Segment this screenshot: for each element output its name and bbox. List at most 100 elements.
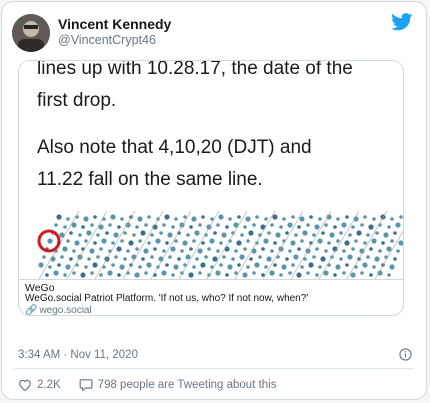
pattern-dot	[92, 262, 98, 268]
pattern-dot	[120, 217, 124, 221]
pattern-dot	[50, 256, 56, 262]
pattern-dot	[201, 241, 205, 245]
pattern-dot	[306, 271, 310, 275]
link-preview-card[interactable]: lines up with 10.28.17, the date of the …	[18, 60, 404, 316]
pattern-dot	[390, 239, 394, 243]
pattern-dot	[369, 273, 373, 277]
twitter-bird-icon[interactable]	[391, 13, 413, 31]
like-count: 2.2K	[37, 378, 61, 391]
pattern-dot	[264, 217, 268, 221]
pattern-dot	[306, 223, 310, 227]
pattern-dot	[150, 233, 154, 237]
pattern-dot	[170, 246, 176, 252]
pattern-dot	[78, 233, 82, 237]
tweet-card: Vincent Kennedy @VincentCrypt46 lines up…	[1, 1, 427, 400]
pattern-dot	[278, 246, 284, 252]
pattern-dot	[291, 263, 295, 267]
pattern-dot	[60, 255, 64, 259]
pattern-dot	[341, 222, 347, 228]
pattern-dot	[329, 232, 335, 238]
card-description: WeGo.social Patriot Platform. 'If not us…	[25, 293, 309, 304]
pattern-dot	[117, 225, 121, 229]
pattern-dot	[228, 217, 232, 221]
pattern-dot	[89, 248, 95, 254]
pattern-dot	[318, 217, 322, 221]
pattern-dot	[96, 255, 100, 259]
pattern-dot	[215, 270, 221, 276]
pattern-dot	[80, 272, 86, 278]
pattern-dot	[147, 241, 151, 245]
pattern-dot	[327, 241, 331, 245]
author-handle[interactable]: @VincentCrypt46	[58, 33, 156, 47]
like-button[interactable]: 2.2K	[18, 378, 61, 391]
pattern-dot	[221, 232, 227, 238]
pattern-dot	[243, 247, 247, 251]
comment-bubble-icon	[79, 379, 93, 391]
pattern-dot	[291, 215, 295, 219]
pattern-dot	[185, 254, 191, 260]
tweeting-about-link[interactable]: 798 people are Tweeting about this	[79, 378, 276, 391]
pattern-dot	[243, 225, 247, 229]
pattern-dot	[255, 215, 259, 219]
pattern-dot	[182, 240, 188, 246]
pattern-dot	[395, 222, 401, 228]
pattern-dot	[339, 257, 343, 261]
pattern-dot	[248, 230, 254, 236]
pattern-dot	[161, 270, 167, 276]
pattern-dot	[53, 270, 59, 276]
pattern-dot	[66, 217, 70, 221]
pattern-dot	[72, 271, 76, 275]
pattern-dot	[374, 256, 380, 262]
pattern-dot	[345, 215, 349, 219]
pattern-dot	[162, 249, 166, 253]
pattern-dot	[123, 257, 127, 261]
pattern-dot	[261, 247, 265, 251]
pattern-dot	[69, 231, 73, 235]
pattern-dot	[270, 249, 274, 253]
pattern-dot	[194, 230, 200, 236]
pattern-dot	[117, 273, 121, 277]
pattern-dot	[81, 225, 85, 229]
card-url-text: wego.social	[39, 305, 92, 316]
pattern-dot	[212, 256, 218, 262]
pattern-dot	[242, 272, 248, 278]
pattern-dot	[209, 238, 215, 244]
pattern-dot	[359, 248, 365, 254]
pattern-dot	[273, 263, 277, 267]
card-image[interactable]: lines up with 10.28.17, the date of the …	[19, 61, 403, 279]
pattern-dot	[192, 265, 196, 269]
pattern-dot	[351, 247, 355, 251]
pattern-dot	[177, 257, 181, 261]
pattern-dot	[348, 233, 352, 237]
pattern-dot	[93, 241, 97, 245]
pattern-dot	[336, 217, 340, 221]
pattern-dot	[135, 225, 139, 229]
pattern-dot	[245, 216, 251, 222]
pattern-dot	[138, 265, 142, 269]
pattern-dot	[308, 262, 314, 268]
pattern-dot	[234, 249, 238, 253]
pattern-dot	[356, 230, 362, 236]
pattern-dot	[99, 247, 103, 251]
pattern-dot	[213, 231, 217, 235]
pattern-dot	[293, 254, 299, 260]
pattern-dot	[368, 224, 374, 230]
avatar[interactable]	[12, 14, 50, 52]
image-text-line-3: Also note that 4,10,20 (DJT) and	[37, 137, 312, 158]
info-icon[interactable]	[399, 348, 412, 361]
pattern-dot	[270, 223, 274, 227]
pattern-dot	[141, 257, 145, 261]
timestamp[interactable]: 3:34 AM · Nov 11, 2020	[18, 349, 138, 361]
pattern-dot	[288, 249, 292, 253]
image-text-line-2: first drop.	[37, 90, 117, 111]
card-url[interactable]: 🔗 wego.social	[25, 305, 92, 316]
dot-pattern-graphic	[37, 211, 403, 279]
author-name[interactable]: Vincent Kennedy	[58, 16, 171, 32]
pattern-dot	[282, 217, 286, 221]
pattern-dot	[108, 223, 112, 227]
pattern-dot	[192, 239, 196, 243]
pattern-dot	[227, 264, 233, 270]
pattern-dot	[345, 263, 349, 267]
pattern-dot	[219, 263, 223, 267]
pattern-dot	[87, 257, 91, 261]
